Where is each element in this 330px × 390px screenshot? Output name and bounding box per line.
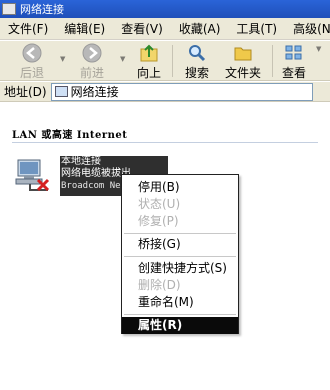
folder-icon	[234, 47, 252, 61]
back-button[interactable]: 后退	[20, 43, 44, 81]
menu-bar: 文件(F) 编辑(E) 查看(V) 收藏(A) 工具(T) 高级(N)	[0, 18, 330, 40]
folders-button[interactable]: 文件夹	[225, 43, 261, 81]
network-connection-icon[interactable]	[14, 156, 58, 196]
search-icon	[189, 45, 206, 62]
menu-item-delete[interactable]: 删除(D)	[122, 277, 238, 294]
forward-label: 前进	[80, 66, 105, 80]
views-button[interactable]: 查看	[282, 43, 306, 81]
menu-item-repair[interactable]: 修复(P)	[122, 213, 238, 230]
folder-up-icon	[140, 44, 158, 62]
address-label: 地址(D)	[4, 85, 47, 99]
menu-advanced[interactable]: 高级(N)	[285, 18, 330, 40]
address-bar: 地址(D) 网络连接	[0, 82, 330, 102]
views-icon	[285, 45, 302, 60]
menu-separator	[124, 233, 236, 234]
menu-tools[interactable]: 工具(T)	[228, 18, 285, 40]
menu-item-bridge[interactable]: 桥接(G)	[122, 236, 238, 253]
toolbar: 后退 ▼ 前进 ▼ 向上 搜索 文件夹 查看 ▼	[0, 41, 330, 81]
chevron-down-icon[interactable]: ▼	[316, 45, 321, 53]
title-bar: 网络连接	[0, 0, 330, 18]
group-header: LAN 或高速 Internet	[12, 130, 128, 141]
group-divider	[12, 142, 318, 143]
toolbar-divider	[172, 45, 173, 77]
menu-separator	[124, 256, 236, 257]
window-icon	[2, 3, 16, 15]
menu-item-properties[interactable]: 属性(R)	[122, 317, 238, 334]
address-value: 网络连接	[70, 85, 119, 99]
folders-label: 文件夹	[225, 66, 262, 80]
forward-arrow-icon	[82, 43, 102, 63]
forward-button[interactable]: 前进	[80, 43, 104, 81]
menu-view[interactable]: 查看(V)	[113, 18, 171, 40]
network-folder-icon	[54, 86, 68, 97]
menu-separator	[124, 314, 236, 315]
menu-item-rename[interactable]: 重命名(M)	[122, 294, 238, 311]
connection-name: 本地连接	[61, 156, 101, 167]
back-arrow-icon	[22, 43, 42, 63]
back-label: 后退	[20, 66, 45, 80]
menu-item-create-shortcut[interactable]: 创建快捷方式(S)	[122, 260, 238, 277]
up-label: 向上	[137, 66, 162, 80]
context-menu: 停用(B) 状态(U) 修复(P) 桥接(G) 创建快捷方式(S) 删除(D) …	[121, 174, 239, 334]
window-title: 网络连接	[20, 3, 64, 16]
chevron-down-icon[interactable]: ▼	[120, 55, 125, 63]
up-button[interactable]: 向上	[137, 43, 161, 81]
search-button[interactable]: 搜索	[185, 43, 209, 81]
menu-favorites[interactable]: 收藏(A)	[171, 18, 229, 40]
views-label: 查看	[282, 66, 307, 80]
chevron-down-icon[interactable]: ▼	[60, 55, 65, 63]
menu-file[interactable]: 文件(F)	[0, 18, 56, 40]
menu-item-disable[interactable]: 停用(B)	[122, 179, 238, 196]
menu-edit[interactable]: 编辑(E)	[56, 18, 113, 40]
address-input[interactable]: 网络连接	[50, 82, 313, 101]
search-label: 搜索	[185, 66, 210, 80]
toolbar-divider	[272, 45, 273, 77]
menu-item-status[interactable]: 状态(U)	[122, 196, 238, 213]
